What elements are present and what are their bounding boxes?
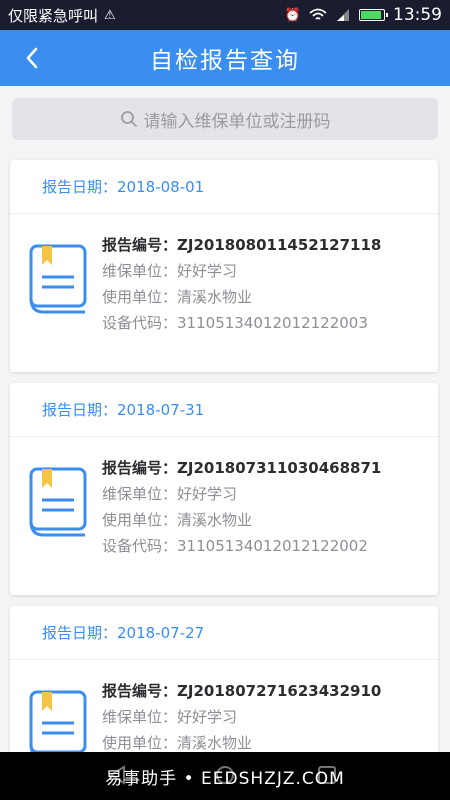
report-number-label: 报告编号： [102,236,178,254]
device-code-value: 31105134012012122002 [177,537,368,555]
report-book-icon [29,244,87,314]
report-date-row: 报告日期： 2018-07-27 [10,606,438,660]
report-date-row: 报告日期： 2018-08-01 [10,160,438,214]
maintenance-unit-label: 维保单位： [102,262,178,280]
maintenance-unit-value: 好好学习 [177,485,238,503]
maintenance-unit-row: 维保单位：好好学习 [102,258,381,284]
search-input[interactable]: 请输入维保单位或注册码 [12,98,438,140]
clock: 13:59 [393,5,442,25]
user-unit-value: 清溪水物业 [177,734,253,752]
device-code-row: 设备代码：31105134012012122002 [102,533,381,559]
report-book-icon [29,467,87,537]
maintenance-unit-row: 维保单位：好好学习 [102,704,381,730]
report-date-label: 报告日期： [42,401,118,419]
signal-icon [337,9,349,21]
report-details: 报告编号：ZJ201808011452127118 维保单位：好好学习 使用单位… [102,232,381,336]
chevron-left-icon [26,47,38,69]
alarm-icon: ⏰ [284,7,301,23]
back-button[interactable] [14,40,50,76]
maintenance-unit-label: 维保单位： [102,708,178,726]
report-date-row: 报告日期： 2018-07-31 [10,383,438,437]
report-date-label: 报告日期： [42,178,118,196]
user-unit-value: 清溪水物业 [177,288,253,306]
maintenance-unit-label: 维保单位： [102,485,178,503]
page-title: 自检报告查询 [150,48,300,74]
report-date-label: 报告日期： [42,624,118,642]
report-number-value: ZJ201807271623432910 [177,682,382,700]
search-icon [120,111,137,127]
search-placeholder: 请输入维保单位或注册码 [143,111,331,132]
maintenance-unit-row: 维保单位：好好学习 [102,481,381,507]
report-date-value: 2018-07-27 [117,623,205,642]
report-number-value: ZJ201807311030468871 [177,459,382,477]
maintenance-unit-value: 好好学习 [177,262,238,280]
app-header: 自检报告查询 [0,30,450,86]
maintenance-unit-value: 好好学习 [177,708,238,726]
notification-icon: ⚠ [104,7,116,23]
user-unit-label: 使用单位： [102,734,178,752]
report-number-value: ZJ201808011452127118 [177,236,382,254]
battery-icon [359,9,388,21]
user-unit-label: 使用单位： [102,288,178,306]
report-date-value: 2018-08-01 [117,177,205,196]
user-unit-label: 使用单位： [102,511,178,529]
watermark-text: 易事助手 • EEDSHZJZ.COM [105,768,345,789]
status-bar: 仅限紧急呼叫 ⚠ ⏰ 13:59 [0,0,450,30]
report-number-label: 报告编号： [102,459,178,477]
wifi-icon [309,8,327,20]
report-number-row: 报告编号：ZJ201808011452127118 [102,232,381,258]
device-code-value: 31105134012012122003 [177,314,368,332]
user-unit-row: 使用单位：清溪水物业 [102,507,381,533]
carrier-text: 仅限紧急呼叫 [8,6,99,25]
report-card[interactable]: 报告日期： 2018-07-31 报告编号：ZJ2018073110304688… [10,383,438,595]
report-details: 报告编号：ZJ201807271623432910 维保单位：好好学习 使用单位… [102,678,381,756]
device-code-label: 设备代码： [102,314,178,332]
report-number-row: 报告编号：ZJ201807311030468871 [102,455,381,481]
user-unit-value: 清溪水物业 [177,511,253,529]
device-code-row: 设备代码：31105134012012122003 [102,310,381,336]
report-number-label: 报告编号： [102,682,178,700]
system-nav-bar: 易事助手 • EEDSHZJZ.COM [0,752,450,800]
device-code-label: 设备代码： [102,537,178,555]
report-card[interactable]: 报告日期： 2018-08-01 报告编号：ZJ2018080114521271… [10,160,438,372]
report-date-value: 2018-07-31 [117,400,205,419]
user-unit-row: 使用单位：清溪水物业 [102,284,381,310]
report-book-icon [29,690,87,760]
report-number-row: 报告编号：ZJ201807271623432910 [102,678,381,704]
report-details: 报告编号：ZJ201807311030468871 维保单位：好好学习 使用单位… [102,455,381,559]
report-list: 报告日期： 2018-08-01 报告编号：ZJ2018080114521271… [10,160,438,800]
